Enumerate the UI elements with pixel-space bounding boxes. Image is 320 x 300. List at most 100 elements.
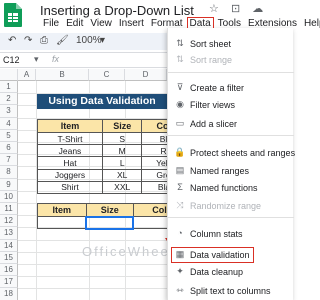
chevron-down-icon[interactable]: ▾ bbox=[100, 35, 105, 46]
cloud-status-icon[interactable]: ☁ bbox=[252, 3, 263, 15]
sheets-logo-icon[interactable] bbox=[4, 3, 22, 27]
row-header-8[interactable]: 8 bbox=[0, 166, 18, 179]
row-header-2[interactable]: 2 bbox=[0, 93, 18, 106]
gridline bbox=[18, 239, 167, 241]
menu-item-add-slicer[interactable]: ▭ Add a slicer bbox=[168, 117, 294, 133]
star-icon[interactable]: ☆ bbox=[209, 3, 219, 15]
row-header-10[interactable]: 10 bbox=[0, 190, 18, 203]
named-range-icon: ▤ bbox=[175, 165, 185, 175]
row-header-12[interactable]: 12 bbox=[0, 215, 18, 228]
row-header-3[interactable]: 3 bbox=[0, 105, 18, 118]
filter-icon: ⊽ bbox=[176, 82, 184, 92]
menu-item-sort-range[interactable]: ⇅ Sort range bbox=[168, 53, 294, 69]
menu-edit[interactable]: Edit bbox=[63, 17, 86, 32]
header-size[interactable]: Size bbox=[101, 119, 143, 133]
menu-item-label: Data validation bbox=[190, 250, 250, 260]
cell-item[interactable]: Shirt bbox=[37, 180, 103, 194]
watermark: OfficeWheel bbox=[82, 244, 175, 259]
title-icons: ☆ ⊡ ☁ bbox=[209, 2, 272, 15]
menu-item-data-cleanup[interactable]: ✦ Data cleanup bbox=[168, 265, 294, 281]
menu-item-label: Data cleanup bbox=[190, 267, 244, 277]
column-header-a[interactable]: A bbox=[18, 69, 36, 81]
menu-item-label: Sort sheet bbox=[190, 39, 232, 49]
menu-item-label: Create a filter bbox=[190, 83, 245, 93]
slicer-icon: ▭ bbox=[175, 118, 185, 128]
zoom-select[interactable]: 100% bbox=[76, 35, 102, 46]
row-header-17[interactable]: 17 bbox=[0, 276, 18, 289]
chevron-down-icon[interactable]: ▾ bbox=[34, 54, 39, 65]
menu-item-label: Filter views bbox=[190, 100, 236, 110]
header-item[interactable]: Item bbox=[37, 119, 103, 133]
print-icon[interactable]: ⎙ bbox=[40, 35, 48, 46]
sigma-icon: Σ bbox=[177, 182, 183, 192]
cell-size[interactable]: S bbox=[101, 131, 143, 146]
cell-item[interactable]: Joggers bbox=[37, 168, 103, 182]
menu-item-named-functions[interactable]: Σ Named functions bbox=[168, 181, 294, 197]
menu-item-label: Named functions bbox=[190, 183, 258, 193]
row-header-4[interactable]: 4 bbox=[0, 117, 18, 130]
eye-icon: ◉ bbox=[176, 99, 184, 109]
column-header-b[interactable]: B bbox=[36, 69, 89, 81]
sparkle-icon: ✦ bbox=[176, 266, 184, 276]
row-header-13[interactable]: 13 bbox=[0, 227, 18, 240]
row-header-5[interactable]: 5 bbox=[0, 129, 18, 142]
cell-size[interactable]: L bbox=[101, 156, 143, 170]
menu-item-label: Protect sheets and ranges bbox=[190, 148, 296, 158]
fx-icon: fx bbox=[52, 54, 60, 64]
menu-insert[interactable]: Insert bbox=[116, 17, 147, 32]
menu-item-label: Split text to columns bbox=[190, 286, 271, 296]
row-header-14[interactable]: 14 bbox=[0, 239, 18, 252]
menu-item-create-filter[interactable]: ⊽ Create a filter bbox=[168, 81, 294, 97]
move-icon[interactable]: ⊡ bbox=[231, 3, 240, 15]
shuffle-icon: ⤨ bbox=[176, 200, 184, 210]
menu-help[interactable]: Help bbox=[301, 17, 320, 32]
column-header-c[interactable]: C bbox=[89, 69, 125, 81]
undo-icon[interactable]: ↶ bbox=[8, 35, 16, 46]
document-title[interactable]: Inserting a Drop-Down List bbox=[40, 3, 194, 18]
row-header-15[interactable]: 15 bbox=[0, 251, 18, 264]
header-item[interactable]: Item bbox=[37, 203, 87, 217]
selected-cell-c12[interactable] bbox=[85, 215, 135, 230]
select-all-corner[interactable] bbox=[0, 69, 18, 81]
row-header-7[interactable]: 7 bbox=[0, 154, 18, 167]
cell-item[interactable]: T-Shirt bbox=[37, 131, 103, 146]
redo-icon[interactable]: ↷ bbox=[24, 35, 32, 46]
menu-view[interactable]: View bbox=[87, 17, 115, 32]
sort-icon: ⇅ bbox=[176, 54, 184, 64]
menu-item-randomize-range[interactable]: ⤨ Randomize range bbox=[168, 199, 294, 215]
cell-size[interactable]: M bbox=[101, 144, 143, 158]
menu-item-split-text[interactable]: ⇿ Split text to columns bbox=[168, 284, 294, 300]
gridline bbox=[18, 264, 167, 265]
menu-item-filter-views[interactable]: ◉ Filter views bbox=[168, 98, 294, 114]
row-header-18[interactable]: 18 bbox=[0, 288, 18, 300]
column-header-d[interactable]: D bbox=[125, 69, 167, 81]
gridline bbox=[18, 276, 167, 278]
menu-item-sort-sheet[interactable]: ⇅ Sort sheet bbox=[168, 37, 294, 53]
cell-size[interactable]: XL bbox=[101, 168, 143, 182]
paint-format-icon[interactable]: 🖌 bbox=[56, 35, 69, 46]
header-size[interactable]: Size bbox=[85, 203, 134, 217]
cell-item[interactable]: Jeans bbox=[37, 144, 103, 158]
menu-item-label: Add a slicer bbox=[190, 119, 238, 129]
row-header-6[interactable]: 6 bbox=[0, 142, 18, 155]
validation-icon: ▦ bbox=[175, 249, 185, 259]
menu-file[interactable]: File bbox=[40, 17, 62, 32]
menu-item-protect-ranges[interactable]: 🔒 Protect sheets and ranges bbox=[168, 146, 296, 162]
row-header-9[interactable]: 9 bbox=[0, 178, 18, 191]
cell-item[interactable]: Hat bbox=[37, 156, 103, 170]
menu-item-column-stats[interactable]: ◔ Column stats bbox=[168, 227, 294, 243]
name-box[interactable]: C12 bbox=[3, 55, 20, 65]
menu-item-named-ranges[interactable]: ▤ Named ranges bbox=[168, 164, 294, 180]
row-header-11[interactable]: 11 bbox=[0, 203, 18, 216]
menu-item-label: Named ranges bbox=[190, 166, 250, 176]
sheet-banner-title: Using Data Validation bbox=[37, 94, 167, 109]
row-header-16[interactable]: 16 bbox=[0, 264, 18, 277]
data-menu-dropdown: ⇅ Sort sheet ⇅ Sort range ⊽ Create a filter ◉ F… bbox=[167, 28, 296, 300]
output-cell-item[interactable] bbox=[37, 216, 87, 229]
cell-size[interactable]: XXL bbox=[101, 180, 143, 194]
menu-item-label: Sort range bbox=[190, 55, 233, 65]
menu-item-data-validation[interactable]: ▦ Data validation bbox=[171, 247, 254, 263]
sort-icon: ⇅ bbox=[176, 38, 184, 48]
row-header-1[interactable]: 1 bbox=[0, 81, 18, 94]
menu-item-label: Column stats bbox=[190, 229, 243, 239]
